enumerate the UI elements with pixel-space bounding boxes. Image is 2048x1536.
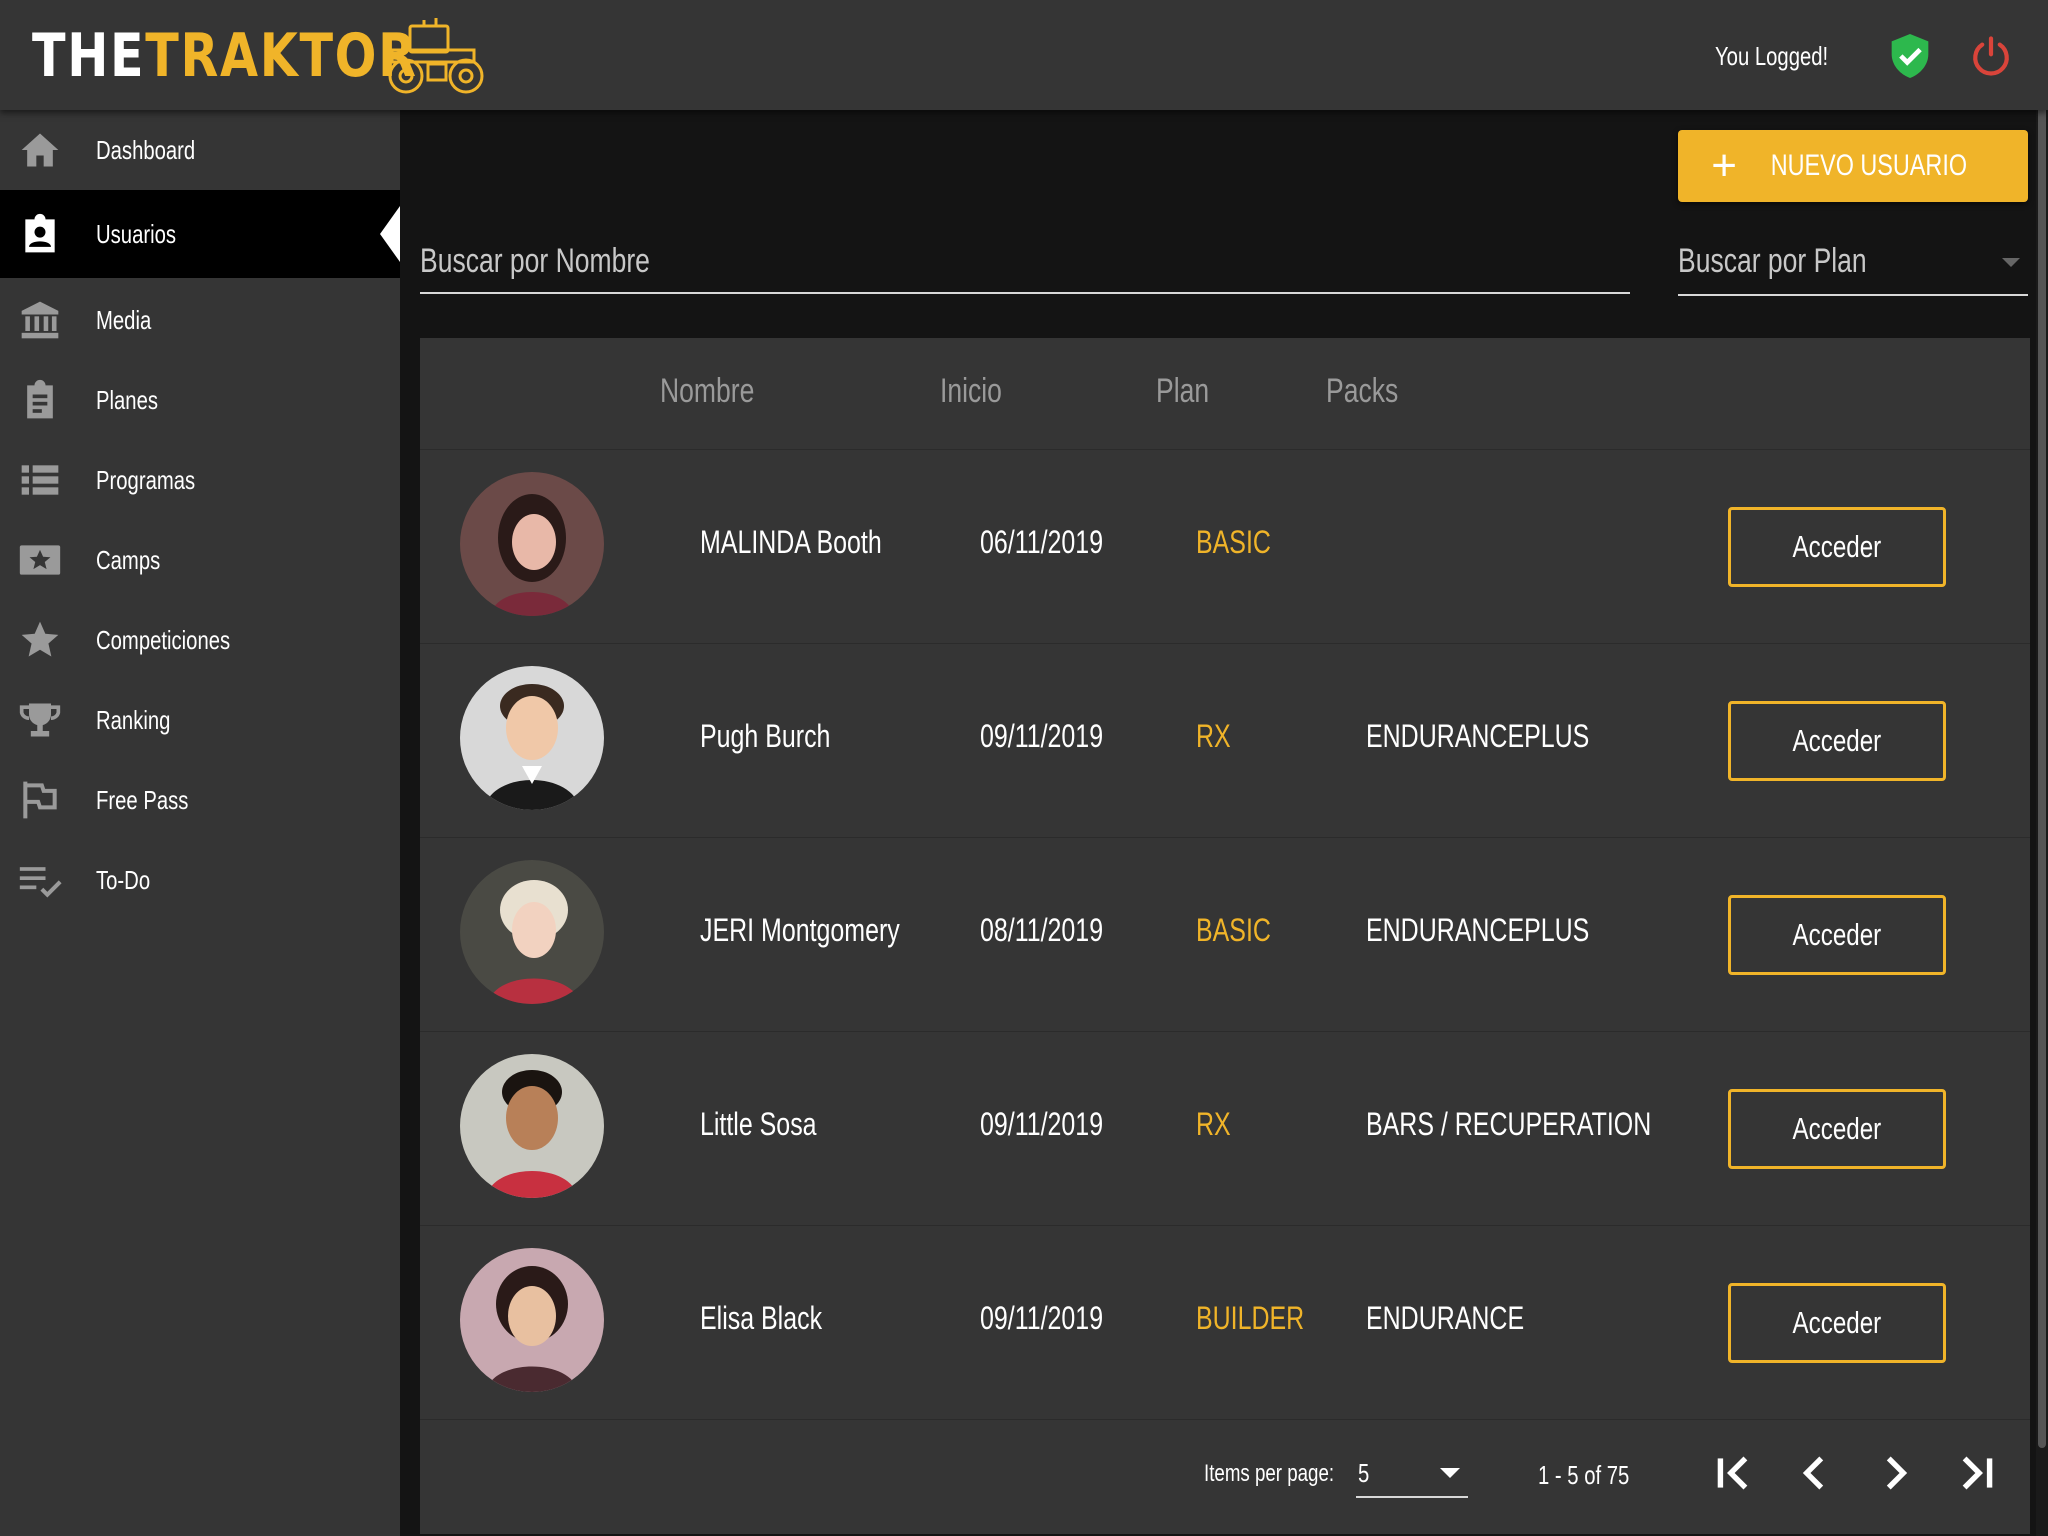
sidebar-item-label: Dashboard [96, 134, 196, 165]
new-user-button[interactable]: + NUEVO USUARIO [1678, 130, 2028, 202]
sidebar-item-ranking[interactable]: Ranking [0, 680, 400, 760]
user-packs: ENDURANCEPLUS [1366, 718, 1590, 754]
search-name-placeholder: Buscar por Nombre [420, 242, 650, 280]
logo[interactable]: THETRAKTOR [32, 18, 502, 94]
chevron-down-icon [2002, 258, 2020, 267]
items-per-page-label: Items per page: [1204, 1460, 1335, 1487]
user-packs: ENDURANCE [1366, 1300, 1525, 1336]
user-plan: BASIC [1196, 912, 1271, 948]
table-row: JERI Montgomery 08/11/2019 BASIC ENDURAN… [420, 838, 2030, 1032]
user-start-date: 09/11/2019 [980, 718, 1104, 754]
first-page-icon[interactable] [1710, 1448, 1760, 1498]
checklist-icon [19, 867, 62, 898]
sidebar-item-label: Programas [96, 464, 196, 495]
table-header: Nombre Inicio Plan Packs [420, 338, 2030, 450]
access-button[interactable]: Acceder [1728, 1089, 1946, 1169]
sidebar-item-planes[interactable]: Planes [0, 360, 400, 440]
column-header-packs[interactable]: Packs [1326, 372, 1398, 411]
list-icon [21, 465, 59, 495]
table-row: Pugh Burch 09/11/2019 RX ENDURANCEPLUS A… [420, 644, 2030, 838]
sidebar-item-camps[interactable]: Camps [0, 520, 400, 600]
user-plan: BUILDER [1196, 1300, 1305, 1336]
page-range-label: 1 - 5 of 75 [1538, 1460, 1630, 1490]
table-row: Elisa Black 09/11/2019 BUILDER ENDURANCE… [420, 1226, 2030, 1420]
user-packs: BARS / RECUPERATION [1366, 1106, 1652, 1142]
sidebar-item-media[interactable]: Media [0, 280, 400, 360]
bank-icon [21, 301, 59, 339]
user-name: Pugh Burch [700, 718, 831, 754]
access-button[interactable]: Acceder [1728, 1283, 1946, 1363]
power-icon[interactable] [1970, 35, 2012, 77]
trophy-icon [19, 703, 61, 737]
sidebar-item-competiciones[interactable]: Competiciones [0, 600, 400, 680]
user-name: JERI Montgomery [700, 912, 900, 948]
search-plan-select[interactable]: Buscar por Plan [1678, 236, 2028, 296]
avatar [460, 1054, 604, 1198]
sidebar-item-usuarios[interactable]: Usuarios [0, 190, 400, 278]
sidebar-item-label: Competiciones [96, 624, 231, 655]
user-start-date: 08/11/2019 [980, 912, 1104, 948]
sidebar-item-label: Free Pass [96, 784, 189, 815]
column-header-inicio[interactable]: Inicio [940, 372, 1002, 411]
access-button[interactable]: Acceder [1728, 895, 1946, 975]
star-box-icon [19, 545, 61, 575]
user-plan: RX [1196, 1106, 1231, 1142]
user-start-date: 09/11/2019 [980, 1106, 1104, 1142]
plus-icon: + [1711, 141, 1737, 190]
sidebar-item-label: Ranking [96, 704, 171, 735]
tractor-icon [388, 18, 484, 94]
home-icon [21, 133, 59, 167]
user-plan: BASIC [1196, 524, 1271, 560]
sidebar-item-to-do[interactable]: To-Do [0, 840, 400, 920]
column-header-nombre[interactable]: Nombre [660, 372, 754, 411]
new-user-label: NUEVO USUARIO [1770, 149, 1968, 182]
user-name: Little Sosa [700, 1106, 817, 1142]
sidebar-item-free-pass[interactable]: Free Pass [0, 760, 400, 840]
sidebar-item-dashboard[interactable]: Dashboard [0, 110, 400, 190]
search-plan-placeholder: Buscar por Plan [1678, 242, 1867, 280]
sidebar-item-label: To-Do [96, 864, 151, 895]
access-button[interactable]: Acceder [1728, 507, 1946, 587]
user-name: MALINDA Booth [700, 524, 882, 560]
table-row: MALINDA Booth 06/11/2019 BASIC Acceder [420, 450, 2030, 644]
user-name: Elisa Black [700, 1300, 823, 1336]
next-page-icon[interactable] [1870, 1448, 1920, 1498]
sidebar: Dashboard Usuarios Media Planes Programa… [0, 110, 400, 1536]
last-page-icon[interactable] [1950, 1448, 2000, 1498]
user-start-date: 06/11/2019 [980, 524, 1104, 560]
items-per-page-value: 5 [1358, 1458, 1370, 1488]
sidebar-item-programas[interactable]: Programas [0, 440, 400, 520]
scrollbar[interactable] [2036, 0, 2048, 1536]
star-icon [21, 621, 59, 657]
shield-check-icon [1891, 34, 1929, 78]
previous-page-icon[interactable] [1790, 1448, 1840, 1498]
avatar [460, 860, 604, 1004]
sidebar-item-label: Planes [96, 384, 159, 415]
table-row: Little Sosa 09/11/2019 RX BARS / RECUPER… [420, 1032, 2030, 1226]
user-packs: ENDURANCEPLUS [1366, 912, 1590, 948]
users-table: Nombre Inicio Plan Packs MALINDA Booth 0… [420, 338, 2030, 1534]
scrollbar-thumb[interactable] [2038, 4, 2046, 1448]
top-bar: THETRAKTOR You Logged! [0, 0, 2048, 110]
column-header-plan[interactable]: Plan [1156, 372, 1209, 411]
items-per-page-select[interactable]: 5 [1356, 1450, 1468, 1498]
avatar [460, 472, 604, 616]
access-button[interactable]: Acceder [1728, 701, 1946, 781]
paginator: Items per page: 5 1 - 5 of 75 [420, 1420, 2030, 1534]
flag-icon [23, 781, 57, 819]
user-status: You Logged! [1715, 30, 2012, 82]
chevron-down-icon [1440, 1468, 1460, 1478]
sidebar-item-label: Camps [96, 544, 161, 575]
user-start-date: 09/11/2019 [980, 1300, 1104, 1336]
sidebar-item-label: Media [96, 304, 152, 335]
logo-the: THE [32, 21, 146, 91]
clipboard-icon [27, 379, 53, 419]
search-name-input[interactable]: Buscar por Nombre [420, 236, 1630, 294]
avatar [460, 666, 604, 810]
logged-status-text: You Logged! [1714, 40, 1829, 71]
avatar [460, 1248, 604, 1392]
badge-icon [25, 213, 55, 253]
user-plan: RX [1196, 718, 1231, 754]
sidebar-item-label: Usuarios [96, 218, 177, 249]
